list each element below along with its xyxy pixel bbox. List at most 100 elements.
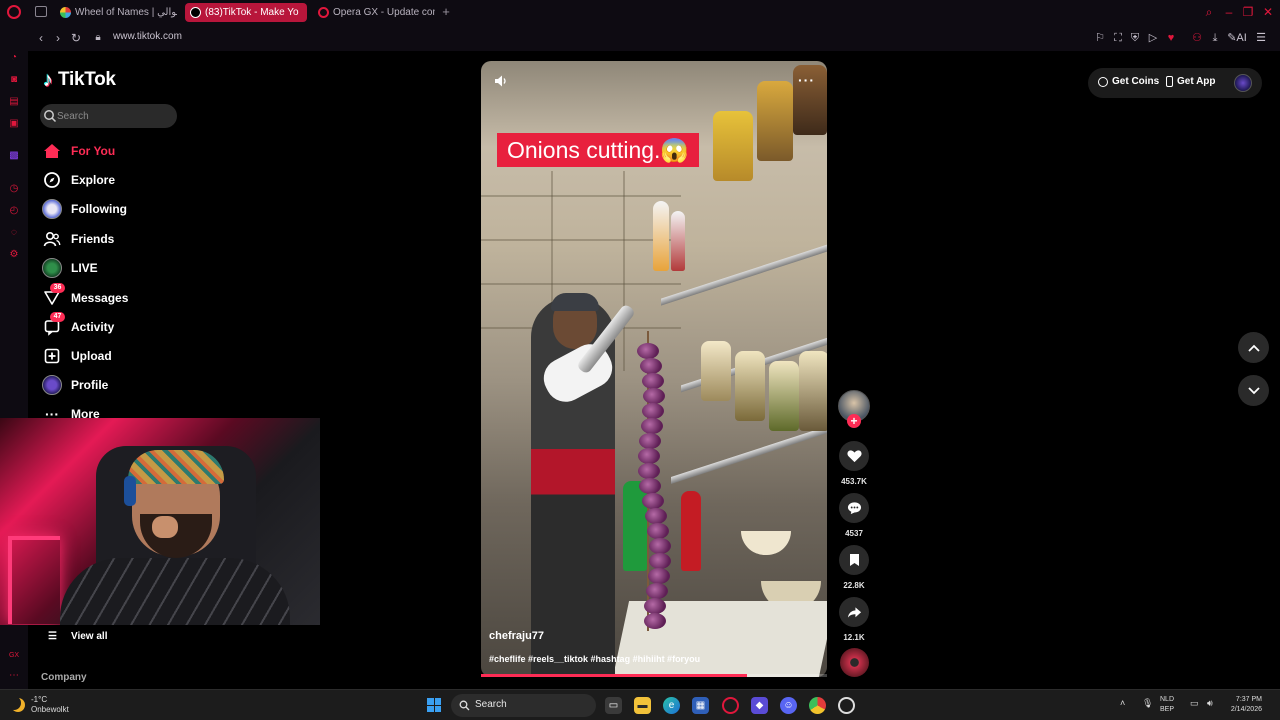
player-side-icon[interactable]: ▤ (8, 96, 20, 108)
video-more-icon[interactable]: ··· (798, 72, 815, 88)
gx-control-icon[interactable]: ⚇ (1190, 31, 1204, 45)
discord-icon[interactable]: ☺ (780, 697, 797, 714)
video-caption: Onions cutting.😱 (497, 133, 700, 167)
messenger-icon[interactable]: ▣ (8, 118, 20, 130)
opera-gx-taskbar-icon[interactable] (722, 697, 739, 714)
history-icon[interactable]: ◷ (8, 183, 20, 195)
nav-following[interactable]: Following (41, 197, 221, 221)
snapshot-icon[interactable]: ⛶ (1111, 31, 1125, 45)
shield-icon[interactable]: ⛨ (1128, 31, 1142, 45)
comment-button[interactable] (839, 493, 869, 523)
maximize-button[interactable]: ❐ (1241, 5, 1255, 19)
red-sauce-bottle (681, 491, 701, 571)
weather-widget[interactable]: -1°C Onbewolkt (11, 695, 69, 715)
browser-tab-bar: Wheel of Names | الشوالي (83)TikTok - Ma… (0, 0, 1280, 25)
phone-icon (1166, 76, 1173, 87)
windows-start-icon[interactable] (427, 698, 441, 712)
video-progress-bar[interactable] (481, 674, 827, 677)
share-icon (847, 606, 861, 618)
nav-messages[interactable]: 36 Messages (41, 283, 221, 310)
microphone-icon[interactable]: 🎙︎ (1142, 698, 1153, 709)
search-input[interactable] (57, 108, 167, 124)
task-view-icon[interactable]: ▭ (605, 697, 622, 714)
twitch-icon[interactable]: ▩ (8, 150, 20, 162)
onion-slice (648, 538, 671, 554)
ai-button[interactable]: ✎AI (1226, 31, 1248, 45)
settings-gear-icon[interactable]: ⚙ (8, 249, 20, 261)
share-button[interactable] (839, 597, 869, 627)
upload-icon (41, 345, 63, 367)
bookmark-icon[interactable]: ⚐ (1093, 31, 1107, 45)
like-button[interactable] (839, 441, 869, 471)
file-explorer-icon[interactable]: ▬ (634, 697, 651, 714)
tray-chevron-icon[interactable]: ˄ (1120, 698, 1125, 708)
heart-icon[interactable]: ♥ (1164, 31, 1178, 45)
nav-for-you[interactable]: For You (41, 139, 221, 163)
back-button[interactable]: ‹ (34, 30, 48, 46)
reload-button[interactable]: ↻ (69, 30, 83, 46)
nav-upload[interactable]: Upload (41, 344, 221, 368)
download-icon[interactable]: ⤓ (1208, 31, 1222, 45)
get-app-button[interactable]: Get App (1166, 76, 1216, 87)
company-heading[interactable]: Company (41, 672, 87, 683)
monitor-icon[interactable]: ▭ (1190, 698, 1199, 709)
shop-icon[interactable]: ◙ (8, 74, 20, 86)
onion-slice (640, 418, 663, 434)
nav-profile[interactable]: Profile (41, 373, 221, 397)
more-dots-icon[interactable]: ⋯ (8, 670, 20, 682)
menu-icon[interactable]: ☰ (1254, 31, 1268, 45)
volume-icon[interactable] (494, 74, 508, 88)
clock-time: 7:37 PM (1235, 696, 1262, 703)
forward-button[interactable]: › (51, 30, 65, 46)
onion-slice (639, 478, 662, 494)
tab-switcher-icon[interactable] (35, 6, 47, 17)
opera-logo-icon[interactable] (7, 5, 21, 19)
previous-video-button[interactable] (1238, 332, 1269, 363)
chrome-icon[interactable] (809, 697, 826, 714)
gx-icon[interactable]: GX (8, 650, 20, 662)
new-tab-button[interactable]: + (439, 4, 453, 20)
search-bar[interactable] (40, 104, 177, 128)
tab-wheel-of-names[interactable]: Wheel of Names | الشوالي (55, 3, 177, 22)
steam-icon[interactable] (838, 697, 855, 714)
list-icon: ☰ (48, 630, 57, 642)
nav-activity[interactable]: 47 Activity (41, 312, 221, 339)
url-field[interactable]: www.tiktok.com (113, 31, 182, 42)
nav-live[interactable]: LIVE (41, 256, 221, 280)
keyboard-layout: BEP (1160, 706, 1175, 713)
edge-icon[interactable]: e (663, 697, 680, 714)
player-icon[interactable]: ▷ (1146, 31, 1160, 45)
tab-opera-update[interactable]: Opera GX - Update comp (313, 3, 435, 22)
save-button[interactable] (839, 545, 869, 575)
gx-corner-icon[interactable]: ◔ (8, 52, 20, 64)
cutting-board (612, 601, 827, 677)
video-hashtags[interactable]: #cheflife #reels__tiktok #hashtag #hihii… (489, 654, 700, 664)
moon-icon (11, 698, 25, 712)
webcam-overlay (0, 418, 320, 625)
system-clock[interactable]: 7:37 PM 2/14/2026 (1222, 695, 1262, 715)
nav-friends[interactable]: Friends (41, 227, 221, 251)
music-disc-icon[interactable] (840, 648, 869, 677)
onion-slice (648, 553, 671, 569)
taskbar-search[interactable]: Search (451, 694, 596, 717)
user-avatar[interactable] (1234, 74, 1252, 92)
get-coins-button[interactable]: Get Coins (1098, 76, 1159, 87)
minimize-button[interactable]: – (1222, 5, 1236, 19)
tiktok-logo[interactable]: ♪ TikTok (43, 68, 116, 92)
store-icon[interactable]: ▦ (692, 697, 709, 714)
view-all-link[interactable]: ☰ View all (48, 628, 107, 644)
onion-slice (643, 613, 666, 629)
tab-tiktok[interactable]: (83)TikTok - Make Yo (185, 3, 307, 22)
nav-explore[interactable]: Explore (41, 168, 221, 192)
close-window-button[interactable]: ✕ (1261, 5, 1275, 19)
search-tabs-icon[interactable]: ⌕ (1202, 5, 1216, 19)
clock-icon[interactable]: ◴ (8, 205, 20, 217)
speaker-icon[interactable]: 🔊︎ (1207, 698, 1213, 709)
language-indicator[interactable]: NLD BEP (1160, 695, 1174, 715)
next-video-button[interactable] (1238, 375, 1269, 406)
chat-icon[interactable]: ◌ (8, 227, 20, 239)
app-icon[interactable]: ◆ (751, 697, 768, 714)
video-author[interactable]: chefraju77 (489, 630, 544, 642)
chevron-down-icon (1247, 386, 1260, 394)
follow-button[interactable]: + (847, 414, 861, 428)
